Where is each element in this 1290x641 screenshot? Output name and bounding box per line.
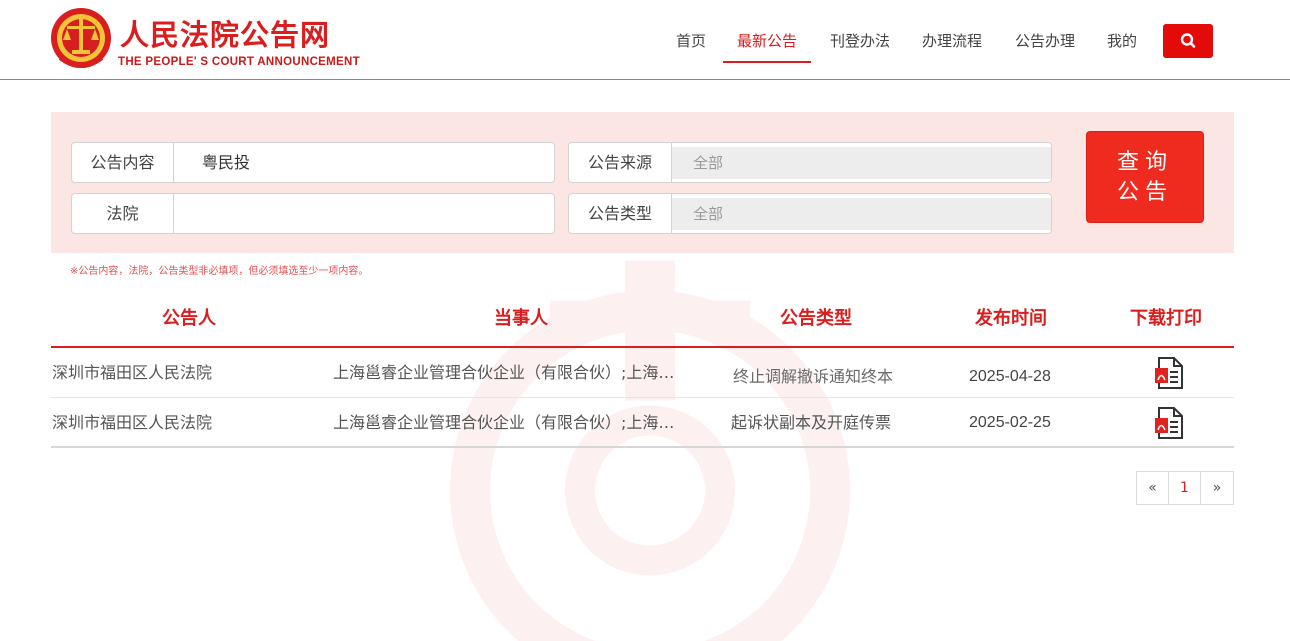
cell-type[interactable]: 终止调解撤诉通知终本 <box>733 352 893 401</box>
content-label: 公告内容 <box>72 143 174 182</box>
source-select[interactable]: 全部 <box>672 147 1051 179</box>
search-button[interactable] <box>1163 24 1213 58</box>
cell-announcer[interactable]: 深圳市福田区人民法院 <box>52 348 212 397</box>
cell-date: 2025-02-25 <box>969 414 1051 431</box>
search-icon <box>1180 33 1196 48</box>
type-label: 公告类型 <box>569 194 672 233</box>
header-date: 发布时间 <box>975 308 1047 329</box>
pagination-prev[interactable]: « <box>1136 471 1169 505</box>
content-field: 公告内容 <box>71 142 555 183</box>
nav-item-mine[interactable]: 我的 <box>1107 30 1137 64</box>
pagination-page-1[interactable]: 1 <box>1168 471 1201 505</box>
type-field: 公告类型 全部 <box>568 193 1052 234</box>
cell-party[interactable]: 上海邕睿企业管理合伙企业（有限合伙）;上海… <box>333 398 715 447</box>
table-row[interactable]: 深圳市福田区人民法院 上海邕睿企业管理合伙企业（有限合伙）;上海… 起诉状副本及… <box>51 398 1234 447</box>
type-select[interactable]: 全部 <box>672 198 1051 230</box>
nav-item-publish-method[interactable]: 刊登办法 <box>830 30 890 64</box>
site-title: 人民法院公告网 <box>120 18 331 52</box>
site-logo[interactable]: 人民法院公告网 THE PEOPLE' S COURT ANNOUNCEMENT <box>50 4 380 74</box>
site-subtitle: THE PEOPLE' S COURT ANNOUNCEMENT <box>118 56 360 68</box>
court-field: 法院 <box>71 193 555 234</box>
table-row[interactable]: 深圳市福田区人民法院 上海邕睿企业管理合伙企业（有限合伙）;上海… 终止调解撤诉… <box>51 348 1234 397</box>
cell-party[interactable]: 上海邕睿企业管理合伙企业（有限合伙）;上海… <box>333 348 715 397</box>
query-button[interactable]: 查询 公告 <box>1086 131 1204 223</box>
court-emblem-icon <box>51 8 111 68</box>
source-label: 公告来源 <box>569 143 672 182</box>
court-input[interactable] <box>202 194 542 233</box>
site-header: 人民法院公告网 THE PEOPLE' S COURT ANNOUNCEMENT… <box>0 0 1290 80</box>
header-party: 当事人 <box>494 308 548 329</box>
content-input[interactable] <box>202 143 542 182</box>
table-bottom-divider <box>51 446 1234 448</box>
header-download: 下载打印 <box>1130 308 1202 329</box>
cell-date: 2025-04-28 <box>969 368 1051 385</box>
source-field: 公告来源 全部 <box>568 142 1052 183</box>
header-announcer: 公告人 <box>162 308 216 329</box>
nav-item-handle[interactable]: 公告办理 <box>1015 30 1075 64</box>
cell-type[interactable]: 起诉状副本及开庭传票 <box>731 398 891 447</box>
pdf-icon[interactable] <box>1154 357 1184 389</box>
cell-announcer[interactable]: 深圳市福田区人民法院 <box>52 398 212 447</box>
query-button-line1: 查询 <box>1116 150 1173 175</box>
nav-item-home[interactable]: 首页 <box>676 30 706 64</box>
header-type: 公告类型 <box>780 308 852 329</box>
nav-item-process[interactable]: 办理流程 <box>922 30 982 64</box>
nav-item-latest[interactable]: 最新公告 <box>722 30 812 64</box>
search-note: ※公告内容，法院，公告类型非必填项，但必须填选至少一项内容。 <box>70 266 369 277</box>
pdf-icon[interactable] <box>1154 407 1184 439</box>
court-label: 法院 <box>72 194 174 233</box>
pagination-next[interactable]: » <box>1200 471 1234 505</box>
query-button-line2: 公告 <box>1116 180 1173 205</box>
